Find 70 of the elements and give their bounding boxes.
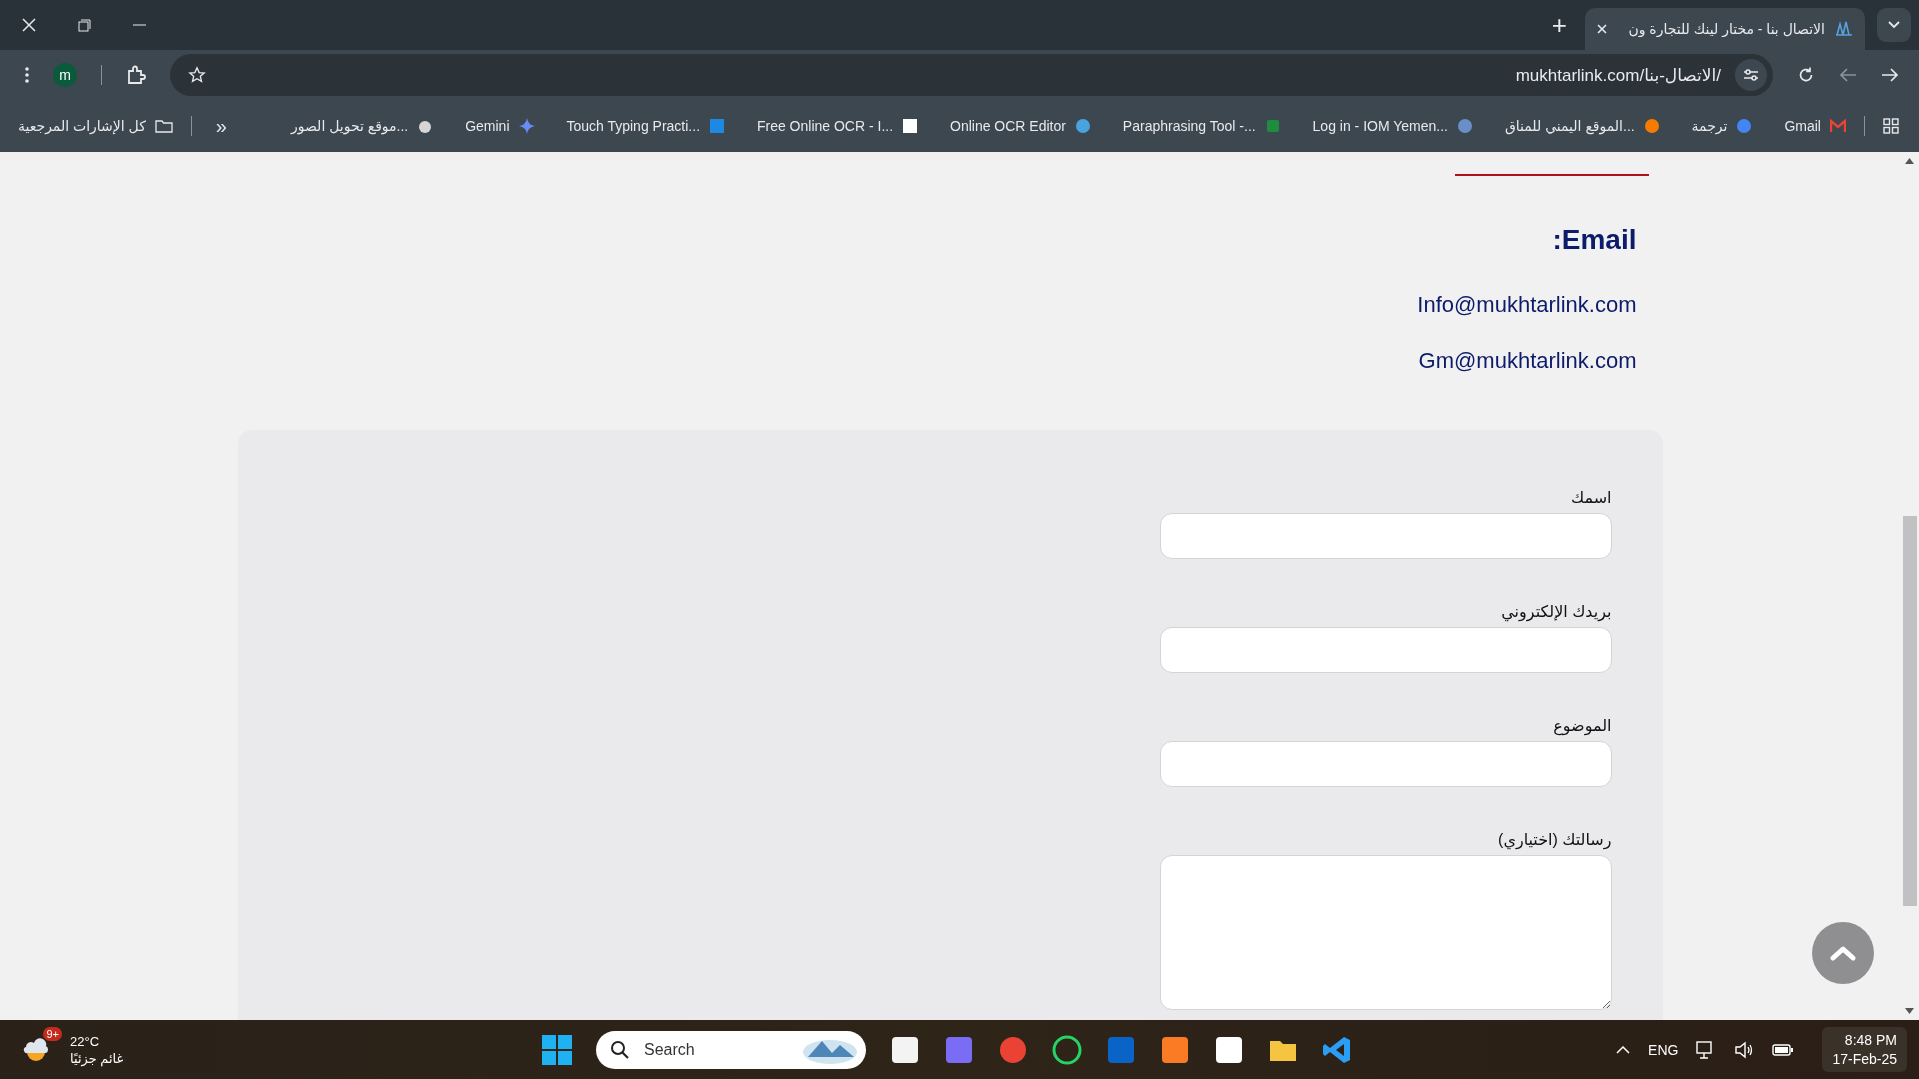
- input-field[interactable]: [1159, 513, 1612, 559]
- input-field[interactable]: [1159, 627, 1612, 673]
- bookmark-link[interactable]: Log in - IOM Yemen...: [1312, 118, 1473, 134]
- scroll-down-icon[interactable]: [1905, 1008, 1914, 1014]
- search-icon: [610, 1039, 630, 1060]
- message-field[interactable]: [1159, 855, 1612, 1010]
- bookmark-link[interactable]: Online OCR Editor: [950, 118, 1091, 134]
- all-bookmarks-link[interactable]: كل الإشارات المرجعية: [18, 118, 173, 134]
- profile-avatar[interactable]: m: [53, 63, 77, 87]
- weather-condition: غائم جزئيًا: [70, 1050, 124, 1066]
- back-arrow-icon[interactable]: [1839, 67, 1857, 83]
- circle-logo-icon: [1643, 118, 1660, 134]
- new-tab-button[interactable]: +: [1545, 8, 1573, 42]
- close-icon[interactable]: [1597, 24, 1607, 34]
- bookmark-link[interactable]: Gmail: [1784, 118, 1846, 134]
- site-logo-icon: [1835, 21, 1853, 37]
- field-label: بريدك الإلكتروني: [1501, 602, 1612, 621]
- bookmark-link[interactable]: Touch Typing Practi...: [566, 118, 726, 134]
- email-link[interactable]: Gm@mukhtarlink.com: [1418, 348, 1637, 374]
- star-icon[interactable]: [188, 66, 206, 84]
- browser-tab[interactable]: الاتصال بنا - مختار لينك للتجارة ون: [1585, 8, 1865, 50]
- bookmark-link[interactable]: الموقع اليمني للمناق...: [1504, 118, 1660, 134]
- field-label: الموضوع: [1553, 716, 1612, 735]
- bookmark-link[interactable]: Paraphrasing Tool -...: [1122, 118, 1281, 134]
- restore-icon[interactable]: [78, 18, 91, 32]
- temperature-text: 22°C: [70, 1033, 101, 1049]
- email-heading: :Email: [1552, 224, 1637, 256]
- field-label: رسالتك (اختياري): [1498, 830, 1612, 849]
- notification-badge: 9+: [43, 1026, 62, 1041]
- settings-icon: [1743, 68, 1759, 82]
- sparkle-icon: [518, 118, 535, 134]
- mail-m-icon: [1829, 118, 1846, 134]
- email-link[interactable]: Info@mukhtarlink.com: [1417, 292, 1637, 318]
- square-logo-icon: [902, 118, 919, 134]
- field-label: اسمك: [1570, 488, 1612, 507]
- speaker-icon[interactable]: [1734, 1040, 1755, 1059]
- scroll-up-icon[interactable]: [1905, 158, 1914, 164]
- language-indicator[interactable]: ENG: [1648, 1041, 1679, 1058]
- code-icon[interactable]: [1322, 1034, 1352, 1065]
- clock[interactable]: 8:48 PM 17-Feb-25: [1822, 1027, 1907, 1072]
- apps-grid-icon[interactable]: [1883, 118, 1899, 134]
- bookmark-link[interactable]: موقع تحويل الصور...: [291, 118, 434, 134]
- address-bar[interactable]: mukhtarlink.com/الاتصال-بنا/: [170, 54, 1773, 96]
- url-text: mukhtarlink.com/الاتصال-بنا/: [1515, 64, 1721, 86]
- square-logo-icon: [1264, 118, 1281, 134]
- input-field[interactable]: [1159, 741, 1612, 787]
- tab-title: الاتصال بنا - مختار لينك للتجارة ون: [1627, 21, 1825, 37]
- more-bookmarks-button[interactable]: »: [209, 113, 233, 139]
- circle-logo-icon: [1736, 118, 1753, 134]
- square-logo-icon: [709, 118, 726, 134]
- chevron-down-icon: [1888, 21, 1900, 29]
- bookmark-link[interactable]: Gemini: [465, 118, 535, 134]
- menu-icon[interactable]: [25, 67, 29, 83]
- site-settings-button[interactable]: [1735, 59, 1767, 91]
- forward-arrow-icon[interactable]: [1881, 67, 1899, 83]
- close-icon[interactable]: [22, 18, 36, 32]
- reload-icon[interactable]: [1797, 66, 1815, 84]
- chevron-up-icon: [1830, 945, 1856, 961]
- folder-icon: [154, 119, 173, 133]
- scrollbar-thumb[interactable]: [1902, 516, 1917, 906]
- taskbar-search-box[interactable]: Search: [596, 1030, 866, 1069]
- chevron-up-icon[interactable]: [1616, 1045, 1631, 1054]
- windows-start-icon[interactable]: [542, 1034, 572, 1065]
- bookmark-link[interactable]: Free Online OCR - I...: [756, 118, 919, 134]
- bookmark-link[interactable]: ترجمة: [1691, 118, 1753, 134]
- globe-icon: [1457, 118, 1473, 134]
- circle-logo-icon: [1074, 118, 1091, 134]
- battery-icon[interactable]: [1772, 1042, 1795, 1057]
- tab-search-button[interactable]: [1877, 8, 1911, 42]
- puzzle-icon[interactable]: [126, 65, 146, 85]
